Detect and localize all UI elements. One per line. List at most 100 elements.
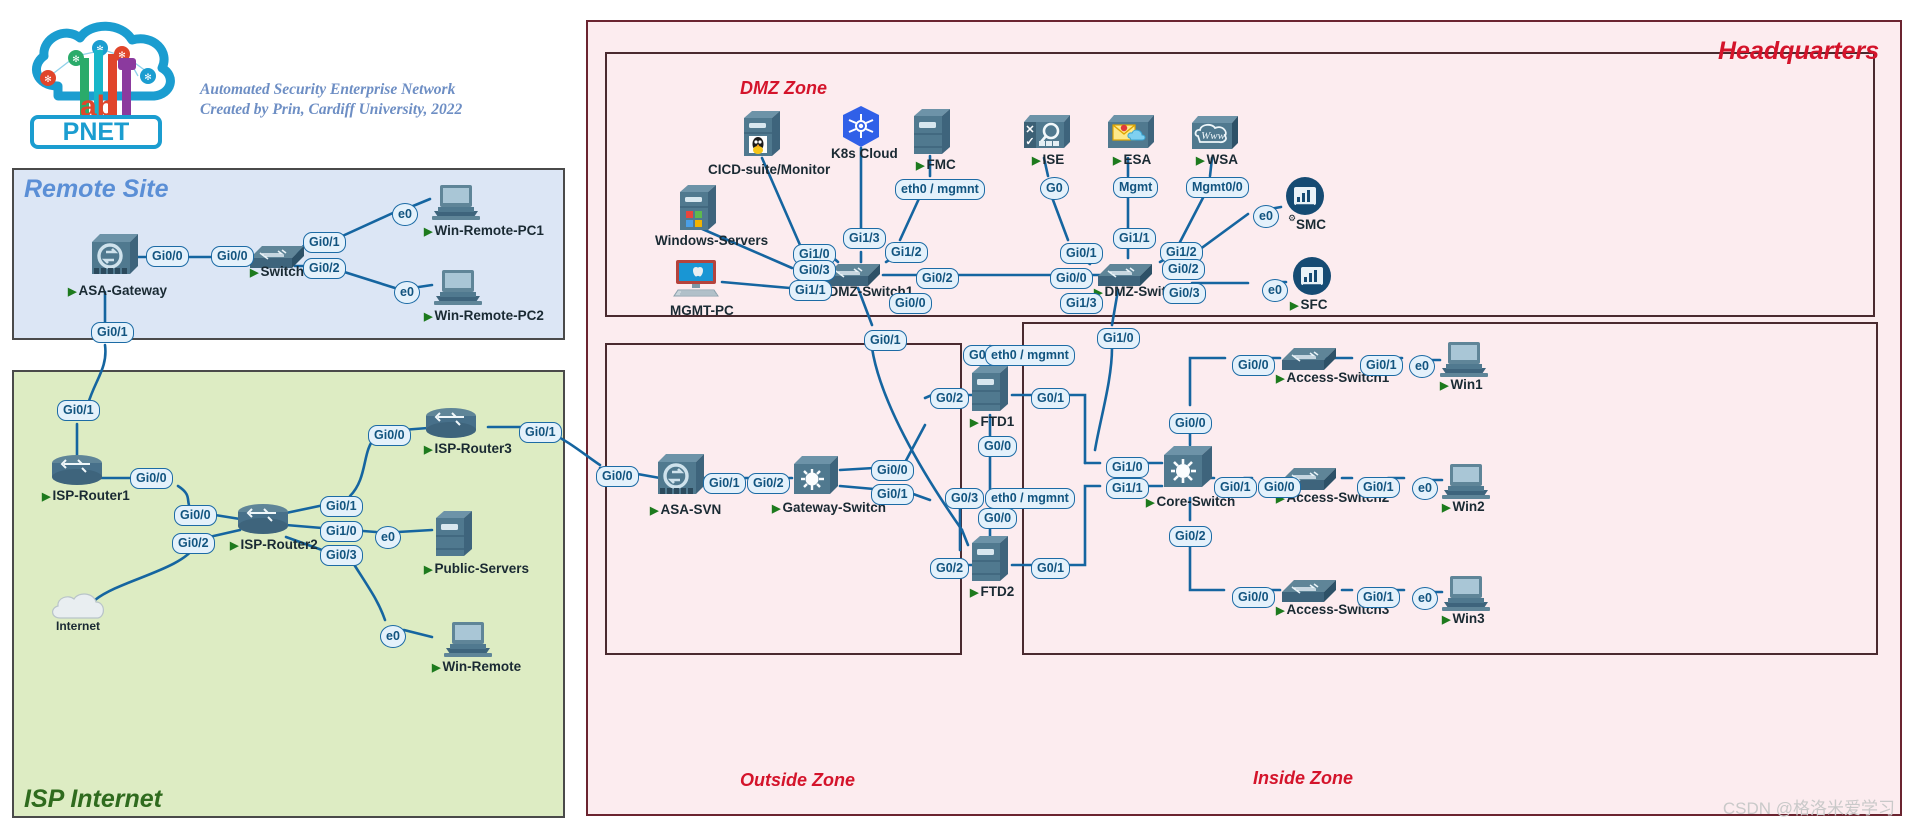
- if-wsa-mgmt00[interactable]: Mgmt0/0: [1186, 177, 1249, 198]
- if-ftd1-gi01-up[interactable]: Gi0/1: [864, 330, 907, 351]
- node-isp-router1[interactable]: [50, 454, 104, 488]
- if-dmzsw2-gi00[interactable]: Gi0/0: [1050, 268, 1093, 289]
- node-esa[interactable]: [1104, 110, 1158, 154]
- if-ftd1-g02[interactable]: G0/2: [930, 388, 970, 409]
- if-ftd2-g03[interactable]: G0/3: [945, 488, 985, 509]
- if-sfc-e0[interactable]: e0: [1262, 279, 1288, 302]
- node-windows-servers[interactable]: [676, 182, 720, 234]
- if-core-gi11[interactable]: Gi1/1: [1106, 478, 1149, 499]
- if-ftd2-g00[interactable]: G0/0: [978, 508, 1018, 529]
- node-isp-router3[interactable]: [424, 407, 478, 441]
- node-win-remote-pc1[interactable]: [430, 183, 482, 221]
- if-win2-e0[interactable]: e0: [1412, 477, 1438, 500]
- if-ispr1-gi01[interactable]: Gi0/1: [57, 400, 100, 421]
- kubernetes-icon: [843, 106, 879, 147]
- node-win2[interactable]: [1440, 462, 1492, 500]
- node-win-remote-pc2[interactable]: [432, 268, 484, 306]
- node-fmc[interactable]: [910, 106, 954, 158]
- if-dmzsw2-gi11[interactable]: Gi1/1: [1113, 228, 1156, 249]
- if-ftd2-g02[interactable]: G0/2: [930, 558, 970, 579]
- if-asasvn-gi01[interactable]: Gi0/1: [703, 473, 746, 494]
- if-pubsrv-e0[interactable]: e0: [375, 526, 401, 549]
- if-dmzsw1-gi12[interactable]: Gi1/2: [885, 242, 928, 263]
- if-ftd2-eth0[interactable]: eth0 / mgmnt: [985, 488, 1075, 509]
- wsa-appliance-icon: Www: [1192, 116, 1238, 149]
- node-isp-router2[interactable]: [236, 503, 290, 537]
- if-ispr2-gi01[interactable]: Gi0/1: [320, 496, 363, 517]
- if-remsw-gi01[interactable]: Gi0/1: [303, 232, 346, 253]
- node-win-remote[interactable]: [442, 620, 494, 658]
- if-core-gi10[interactable]: Gi1/0: [1106, 457, 1149, 478]
- if-core-gi02[interactable]: Gi0/2: [1169, 526, 1212, 547]
- if-ispr2-gi02[interactable]: Gi0/2: [172, 533, 215, 554]
- status-arrow-icon: ▶: [916, 160, 925, 172]
- node-smc[interactable]: ⚙: [1281, 175, 1329, 223]
- if-win1-e0[interactable]: e0: [1409, 355, 1435, 378]
- node-core-switch[interactable]: [1162, 442, 1216, 492]
- if-ftd1-g00[interactable]: G0/0: [978, 436, 1018, 457]
- if-ispr2-gi10[interactable]: Gi1/0: [320, 521, 363, 542]
- node-win3[interactable]: [1440, 574, 1492, 612]
- if-dmzsw2-gi02[interactable]: Gi0/2: [1162, 259, 1205, 280]
- if-rempc2-e0[interactable]: e0: [394, 281, 420, 304]
- node-sfc[interactable]: [1288, 255, 1336, 301]
- if-dmzsw1-gi13[interactable]: Gi1/3: [843, 228, 886, 249]
- node-gateway-switch[interactable]: [792, 452, 842, 498]
- if-dmzsw1-gi00[interactable]: Gi0/0: [889, 293, 932, 314]
- if-win3-e0[interactable]: e0: [1412, 587, 1438, 610]
- node-public-servers[interactable]: [432, 508, 476, 560]
- node-asa-svn[interactable]: [652, 448, 708, 500]
- node-ftd1[interactable]: [968, 363, 1012, 415]
- if-dmzsw1-gi11[interactable]: Gi1/1: [789, 280, 832, 301]
- if-acs1-gi01[interactable]: Gi0/1: [1360, 355, 1403, 376]
- if-dmzsw2-gi03[interactable]: Gi0/3: [1163, 283, 1206, 304]
- if-ftd2-g01[interactable]: G0/1: [1031, 558, 1071, 579]
- if-ftd1-eth0[interactable]: eth0 / mgmnt: [985, 345, 1075, 366]
- if-ispr3-gi00[interactable]: Gi0/0: [368, 425, 411, 446]
- if-gwsw-gi02[interactable]: Gi0/2: [747, 473, 790, 494]
- if-gwsw-gi01[interactable]: Gi0/1: [871, 484, 914, 505]
- node-ise[interactable]: ✕ ✓: [1020, 110, 1074, 154]
- node-cicd-suite[interactable]: [740, 108, 784, 160]
- if-gwsw-gi00[interactable]: Gi0/0: [871, 460, 914, 481]
- if-smc-e0[interactable]: e0: [1253, 205, 1279, 228]
- if-fmc-eth0[interactable]: eth0 / mgmnt: [895, 179, 985, 200]
- desktop-pc-icon: [1440, 342, 1488, 377]
- node-ftd2[interactable]: [968, 533, 1012, 585]
- if-ispr1-gi00[interactable]: Gi0/0: [130, 468, 173, 489]
- if-ispr2-gi03[interactable]: Gi0/3: [320, 545, 363, 566]
- sfc-appliance-icon: [1293, 257, 1331, 295]
- if-dmzsw1-gi02[interactable]: Gi0/2: [916, 268, 959, 289]
- if-ispr2-gi00[interactable]: Gi0/0: [174, 505, 217, 526]
- if-core-gi01[interactable]: Gi0/1: [1214, 477, 1257, 498]
- if-ise-g0[interactable]: G0: [1040, 177, 1069, 200]
- if-core-gi00-up[interactable]: Gi0/0: [1232, 355, 1275, 376]
- if-dmzsw2-gi01[interactable]: Gi0/1: [1060, 243, 1103, 264]
- if-asagw-gi01[interactable]: Gi0/1: [91, 322, 134, 343]
- status-arrow-icon: ▶: [1442, 502, 1451, 514]
- node-wsa[interactable]: Www: [1188, 112, 1242, 154]
- if-dmzsw2-gi13[interactable]: Gi1/3: [1060, 293, 1103, 314]
- node-win1[interactable]: [1438, 340, 1490, 378]
- if-acs2-gi00[interactable]: Gi0/0: [1258, 477, 1301, 498]
- if-ftd1-gi10[interactable]: Gi1/0: [1097, 328, 1140, 349]
- status-arrow-icon: ▶: [424, 444, 433, 456]
- desktop-pc-icon: [1442, 576, 1490, 611]
- if-remsw-gi00[interactable]: Gi0/0: [211, 246, 254, 267]
- if-asasvn-gi00[interactable]: Gi0/0: [596, 466, 639, 487]
- if-winremote-e0[interactable]: e0: [380, 625, 406, 648]
- node-mgmt-pc[interactable]: [670, 258, 722, 298]
- if-ftd1-g01[interactable]: G0/1: [1031, 388, 1071, 409]
- if-asagw-gi00[interactable]: Gi0/0: [146, 246, 189, 267]
- if-acs3-gi00[interactable]: Gi0/0: [1232, 587, 1275, 608]
- if-acs2-gi01[interactable]: Gi0/1: [1357, 477, 1400, 498]
- if-esa-mgmt[interactable]: Mgmt: [1113, 177, 1159, 198]
- if-rempc1-e0[interactable]: e0: [392, 203, 418, 226]
- if-ispr3-gi01[interactable]: Gi0/1: [519, 422, 562, 443]
- node-k8s-cloud[interactable]: [838, 104, 884, 150]
- if-core-gi00[interactable]: Gi0/0: [1169, 413, 1212, 434]
- if-acs3-gi01[interactable]: Gi0/1: [1357, 587, 1400, 608]
- node-asa-gateway[interactable]: [86, 228, 142, 280]
- if-dmzsw1-gi03[interactable]: Gi0/3: [793, 260, 836, 281]
- if-remsw-gi02[interactable]: Gi0/2: [303, 258, 346, 279]
